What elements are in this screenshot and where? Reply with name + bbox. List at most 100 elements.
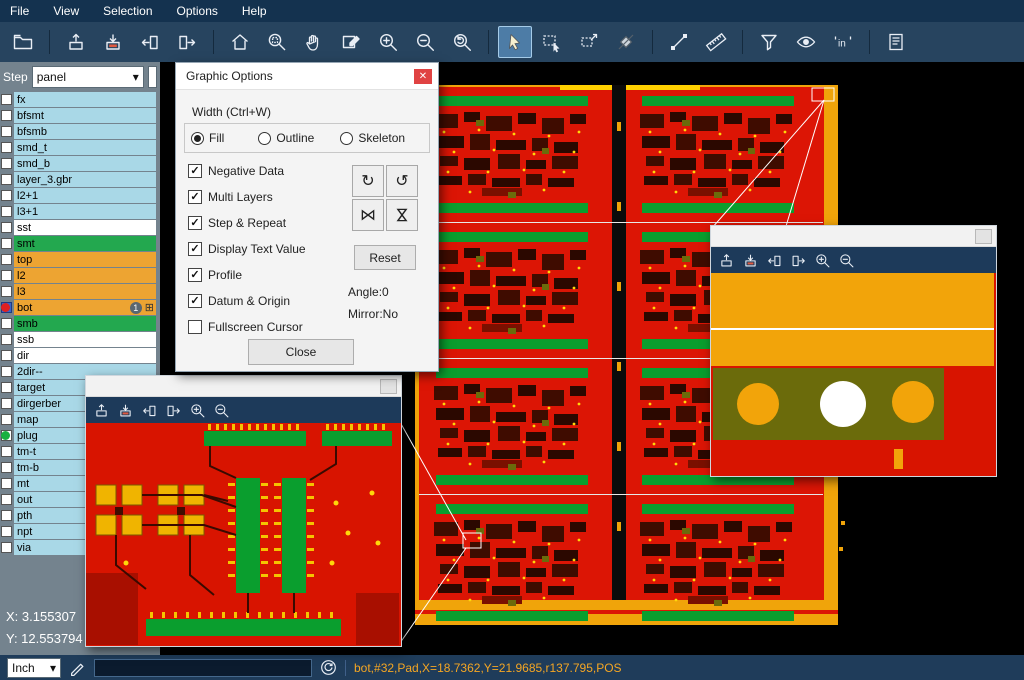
checkbox[interactable]	[188, 268, 202, 282]
detail-window-titlebar[interactable]	[86, 376, 401, 397]
layer-label[interactable]: smb	[14, 316, 156, 331]
layer-row[interactable]: layer_3.gbr	[0, 172, 160, 187]
layer-label[interactable]: bfsmt	[14, 108, 156, 123]
layer-row[interactable]: ssb	[0, 332, 160, 347]
layer-row[interactable]: l3	[0, 284, 160, 299]
unit-select[interactable]: Inch ▾	[7, 658, 61, 678]
checkbox-negative-data[interactable]: Negative Data	[188, 163, 284, 179]
radio-button[interactable]	[191, 132, 204, 145]
view-options-button[interactable]	[789, 26, 823, 58]
detail-window-bottom-left[interactable]	[85, 375, 402, 647]
pan-button[interactable]	[297, 26, 331, 58]
transform-select-button[interactable]	[572, 26, 606, 58]
menu-help[interactable]: Help	[242, 4, 267, 18]
layer-label[interactable]: fx	[14, 92, 156, 107]
zoom-in-icon[interactable]	[814, 252, 831, 269]
layer-visibility-checkbox[interactable]	[1, 526, 12, 537]
layer-visibility-checkbox[interactable]	[1, 446, 12, 457]
measure-button[interactable]	[609, 26, 643, 58]
checkbox-fullscreen-cursor[interactable]: Fullscreen Cursor	[188, 319, 303, 335]
layer-visibility-checkbox[interactable]	[1, 350, 12, 361]
layer-label[interactable]: sst	[14, 220, 156, 235]
layer-row[interactable]: smd_t	[0, 140, 160, 155]
layer-label[interactable]: ssb	[14, 332, 156, 347]
home-view-button[interactable]	[223, 26, 257, 58]
layer-visibility-checkbox[interactable]	[1, 494, 12, 505]
layer-label[interactable]: layer_3.gbr	[14, 172, 156, 187]
layer-visibility-checkbox[interactable]	[1, 318, 12, 329]
reset-button[interactable]: Reset	[354, 245, 416, 270]
radio-button[interactable]	[340, 132, 353, 145]
line-tool-button[interactable]	[662, 26, 696, 58]
box-arrow-right-icon[interactable]	[165, 402, 182, 419]
layer-row[interactable]: l2+1	[0, 188, 160, 203]
ruler-button[interactable]	[699, 26, 733, 58]
detail-window-right[interactable]	[710, 225, 997, 477]
layer-visibility-checkbox[interactable]	[1, 414, 12, 425]
checkbox[interactable]	[188, 320, 202, 334]
maximize-button[interactable]	[380, 379, 397, 394]
layer-visibility-checkbox[interactable]	[1, 238, 12, 249]
zoom-out-icon[interactable]	[838, 252, 855, 269]
layer-visibility-checkbox[interactable]	[1, 110, 12, 121]
layer-row[interactable]: fx	[0, 92, 160, 107]
checkbox[interactable]	[188, 216, 202, 230]
snapshot-button[interactable]	[334, 26, 368, 58]
checkbox-multi-layers[interactable]: Multi Layers	[188, 189, 273, 205]
import-up-button[interactable]	[59, 26, 93, 58]
layer-row[interactable]: l3+1	[0, 204, 160, 219]
layer-visibility-checkbox[interactable]	[1, 206, 12, 217]
mirror-horizontal-button[interactable]: ⋈	[352, 199, 384, 231]
menu-options[interactable]: Options	[177, 4, 218, 18]
command-input[interactable]	[94, 659, 312, 677]
layer-visibility-checkbox[interactable]	[1, 190, 12, 201]
zoom-window-button[interactable]	[260, 26, 294, 58]
layer-row[interactable]: sst	[0, 220, 160, 235]
layer-row[interactable]: smb	[0, 316, 160, 331]
checkbox[interactable]	[188, 190, 202, 204]
rect-select-button[interactable]	[535, 26, 569, 58]
layer-visibility-checkbox[interactable]	[1, 542, 12, 553]
layer-label[interactable]: smd_t	[14, 140, 156, 155]
checkbox-step-repeat[interactable]: Step & Repeat	[188, 215, 286, 231]
layer-label[interactable]: l2	[14, 268, 156, 283]
step-back-button[interactable]	[133, 26, 167, 58]
layer-visibility-checkbox[interactable]	[1, 398, 12, 409]
zoom-out-button[interactable]	[408, 26, 442, 58]
detail-view-content[interactable]	[86, 423, 399, 645]
refresh-icon[interactable]	[320, 659, 337, 676]
layer-label[interactable]: top	[14, 252, 156, 267]
radio-skeleton[interactable]: Skeleton	[340, 131, 405, 145]
layer-row[interactable]: top	[0, 252, 160, 267]
zoom-out-icon[interactable]	[213, 402, 230, 419]
box-arrow-down-icon[interactable]	[742, 252, 759, 269]
layer-row[interactable]: l2	[0, 268, 160, 283]
checkbox-display-text-value[interactable]: Display Text Value	[188, 241, 306, 257]
box-arrow-up-icon[interactable]	[93, 402, 110, 419]
checkbox[interactable]	[188, 242, 202, 256]
layer-visibility-checkbox[interactable]	[1, 94, 12, 105]
layer-row[interactable]: dir	[0, 348, 160, 363]
checkbox[interactable]	[188, 294, 202, 308]
layer-visibility-checkbox[interactable]	[1, 270, 12, 281]
find-text-button[interactable]: in	[826, 26, 860, 58]
layer-visibility-checkbox[interactable]	[1, 286, 12, 297]
checkbox-datum-origin[interactable]: Datum & Origin	[188, 293, 290, 309]
checkbox[interactable]	[188, 164, 202, 178]
rotate-cw-button[interactable]: ↻	[352, 165, 384, 197]
layer-visibility-checkbox[interactable]	[1, 222, 12, 233]
select-tool-button[interactable]	[498, 26, 532, 58]
box-arrow-left-icon[interactable]	[766, 252, 783, 269]
import-down-button[interactable]	[96, 26, 130, 58]
layer-visibility-checkbox[interactable]	[1, 462, 12, 473]
layer-label[interactable]: l3+1	[14, 204, 156, 219]
layer-visibility-checkbox[interactable]	[1, 334, 12, 345]
filter-button[interactable]	[752, 26, 786, 58]
dialog-close-action-button[interactable]: Close	[248, 339, 354, 365]
layer-visibility-checkbox[interactable]	[1, 254, 12, 265]
layer-label[interactable]: bfsmb	[14, 124, 156, 139]
zoom-in-button[interactable]	[371, 26, 405, 58]
layer-label[interactable]: l3	[14, 284, 156, 299]
layer-row[interactable]: bfsmb	[0, 124, 160, 139]
layer-row-active[interactable]: bot 1 ⊞	[0, 300, 160, 315]
